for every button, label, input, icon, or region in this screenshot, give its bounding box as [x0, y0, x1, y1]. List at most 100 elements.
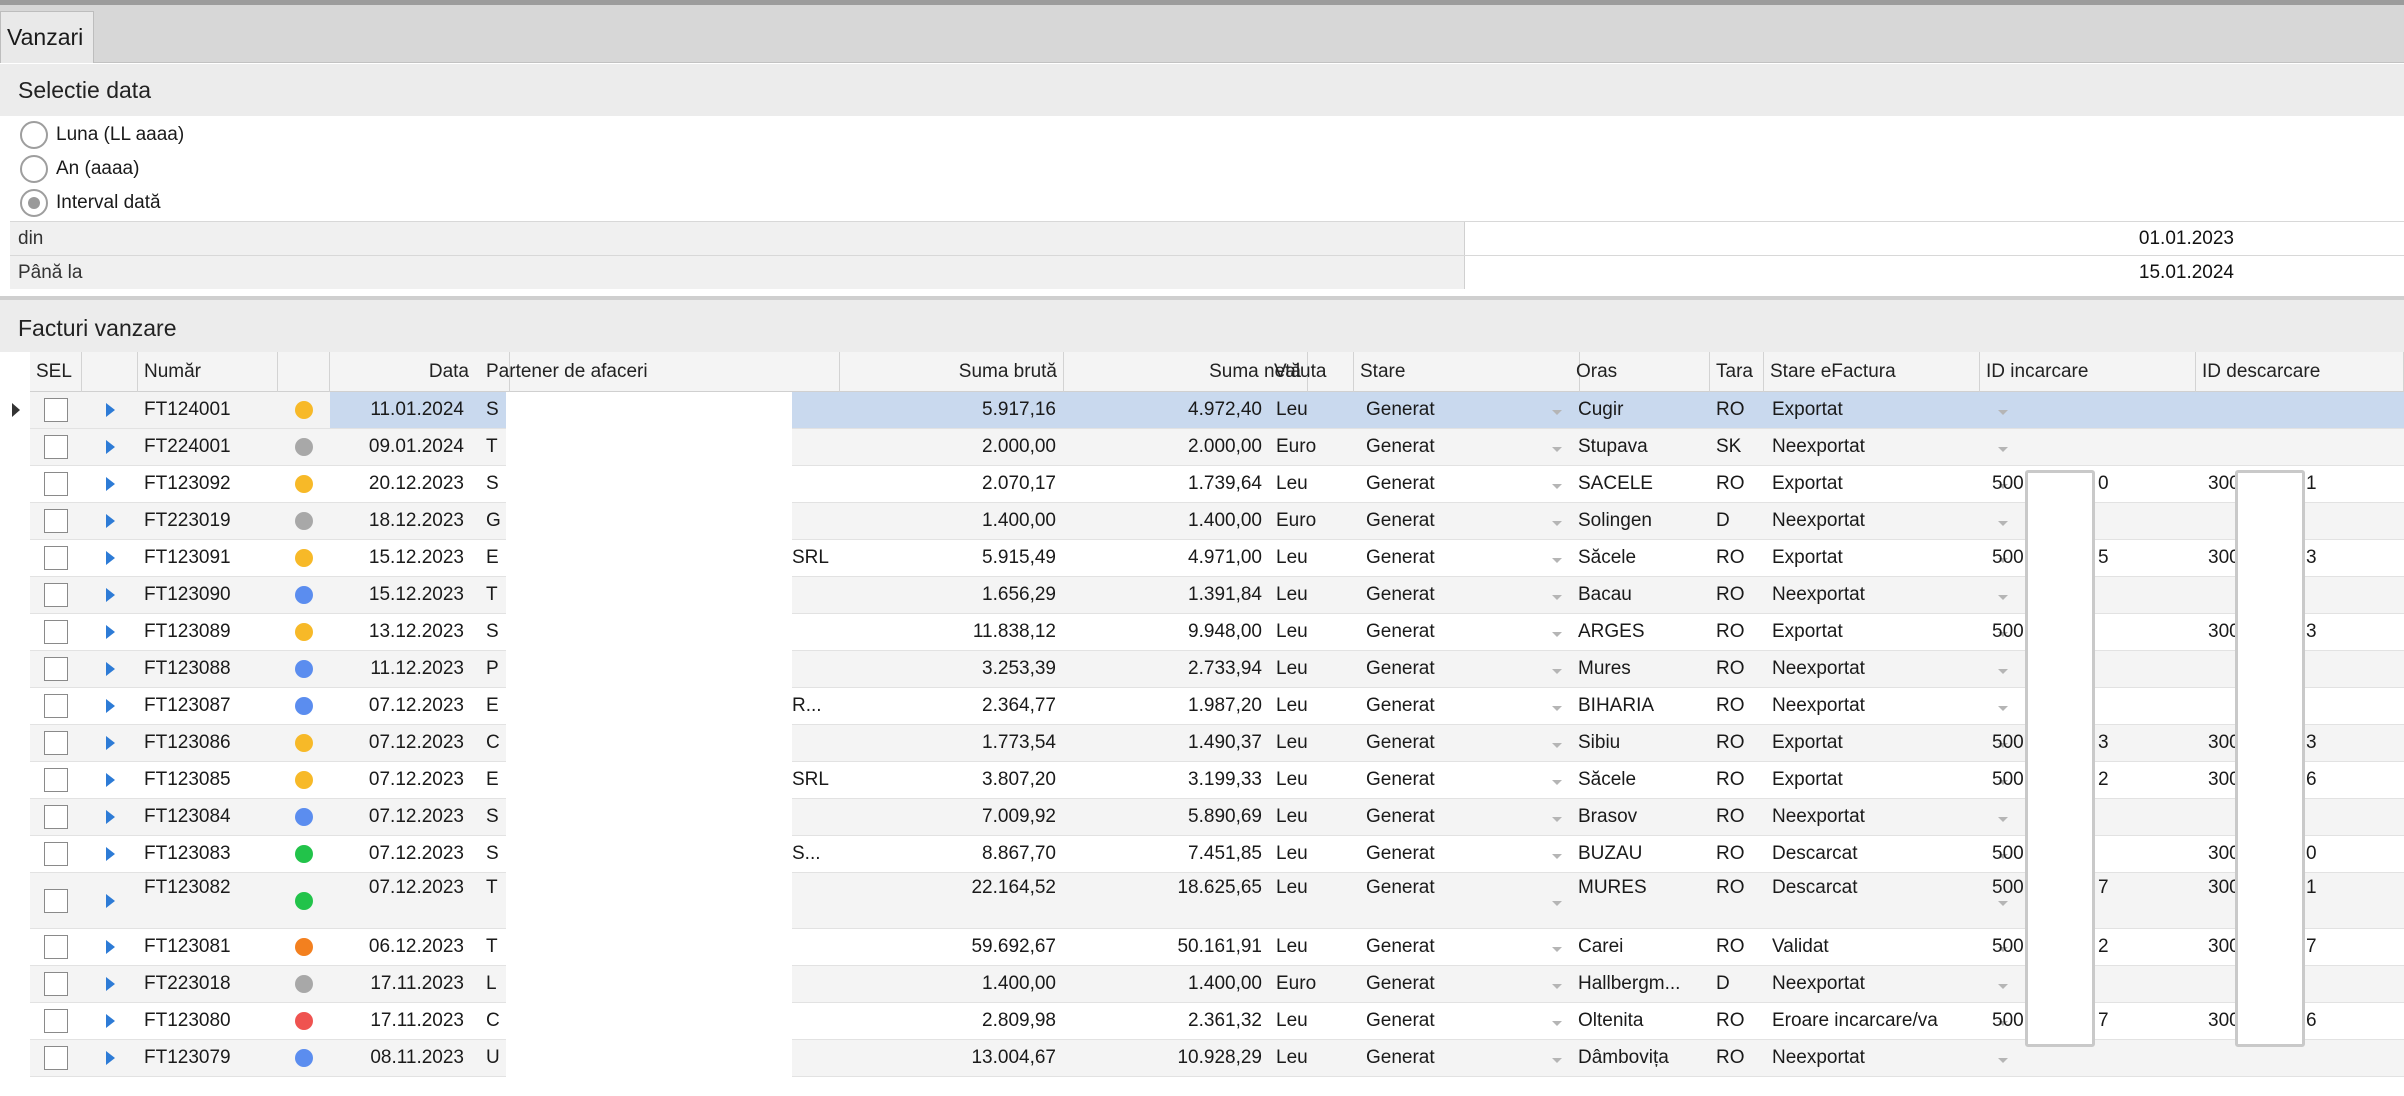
col-id-descarcare-header[interactable]: ID descarcare: [2196, 352, 2404, 392]
cell-efactura[interactable]: Neexportat: [1766, 577, 2016, 613]
cell-stare[interactable]: Generat: [1360, 429, 1570, 465]
row-select-checkbox[interactable]: [44, 583, 68, 607]
row-expand-icon[interactable]: [105, 625, 115, 639]
cell-efactura[interactable]: Exportat: [1766, 614, 2016, 650]
stare-dropdown-icon[interactable]: [1552, 484, 1562, 489]
stare-dropdown-icon[interactable]: [1552, 447, 1562, 452]
row-expand-icon[interactable]: [105, 847, 115, 861]
date-to-input[interactable]: 15.01.2024: [1464, 256, 2404, 289]
table-row[interactable]: FT224001 09.01.2024 T 2.000,00 2.000,00 Euro G…: [30, 429, 2404, 466]
cell-efactura[interactable]: Eroare incarcare/va: [1766, 1003, 2016, 1039]
row-select-checkbox[interactable]: [44, 509, 68, 533]
row-expand-icon[interactable]: [105, 1051, 115, 1065]
cell-efactura[interactable]: Descarcat: [1766, 873, 2016, 928]
tab-vanzari[interactable]: Vanzari: [0, 11, 95, 63]
radio-interval-circle[interactable]: [20, 189, 48, 217]
col-numar-header[interactable]: Număr: [138, 352, 278, 392]
row-select-checkbox[interactable]: [44, 1046, 68, 1070]
stare-dropdown-icon[interactable]: [1552, 743, 1562, 748]
stare-dropdown-icon[interactable]: [1552, 669, 1562, 674]
cell-stare[interactable]: Generat: [1360, 799, 1570, 835]
row-expand-icon[interactable]: [105, 477, 115, 491]
row-select-checkbox[interactable]: [44, 620, 68, 644]
row-select-checkbox[interactable]: [44, 435, 68, 459]
row-expand-icon[interactable]: [105, 773, 115, 787]
row-expand-icon[interactable]: [105, 977, 115, 991]
row-expand-icon[interactable]: [105, 551, 115, 565]
col-partener-header[interactable]: Partener de afaceri: [480, 352, 840, 392]
row-select-checkbox[interactable]: [44, 935, 68, 959]
stare-dropdown-icon[interactable]: [1552, 706, 1562, 711]
cell-stare[interactable]: Generat: [1360, 614, 1570, 650]
stare-dropdown-icon[interactable]: [1552, 1021, 1562, 1026]
cell-efactura[interactable]: Exportat: [1766, 762, 2016, 798]
row-select-checkbox[interactable]: [44, 842, 68, 866]
row-expand-icon[interactable]: [105, 662, 115, 676]
cell-efactura[interactable]: Neexportat: [1766, 651, 2016, 687]
row-select-checkbox[interactable]: [44, 398, 68, 422]
cell-stare[interactable]: Generat: [1360, 466, 1570, 502]
row-expand-icon[interactable]: [105, 810, 115, 824]
radio-luna-circle[interactable]: [20, 121, 48, 149]
cell-efactura[interactable]: Neexportat: [1766, 503, 2016, 539]
table-row[interactable]: FT124001 11.01.2024 S 5.917,16 4.972,40 Leu Ge…: [30, 392, 2404, 429]
col-efactura-header[interactable]: Stare eFactura: [1764, 352, 1980, 392]
cell-stare[interactable]: Generat: [1360, 966, 1570, 1002]
stare-dropdown-icon[interactable]: [1552, 632, 1562, 637]
radio-luna[interactable]: Luna (LL aaaa): [20, 118, 184, 152]
cell-efactura[interactable]: Exportat: [1766, 392, 2016, 428]
row-select-checkbox[interactable]: [44, 731, 68, 755]
cell-stare[interactable]: Generat: [1360, 1040, 1570, 1076]
row-expand-icon[interactable]: [105, 514, 115, 528]
row-select-checkbox[interactable]: [44, 694, 68, 718]
col-oras-header[interactable]: Oras: [1570, 352, 1710, 392]
cell-efactura[interactable]: Exportat: [1766, 540, 2016, 576]
stare-dropdown-icon[interactable]: [1552, 521, 1562, 526]
cell-efactura[interactable]: Neexportat: [1766, 688, 2016, 724]
cell-stare[interactable]: Generat: [1360, 577, 1570, 613]
row-select-checkbox[interactable]: [44, 768, 68, 792]
cell-stare[interactable]: Generat: [1360, 540, 1570, 576]
row-expand-icon[interactable]: [105, 403, 115, 417]
col-sel-header[interactable]: SEL: [30, 352, 82, 392]
row-select-checkbox[interactable]: [44, 888, 68, 913]
row-select-checkbox[interactable]: [44, 1009, 68, 1033]
cell-stare[interactable]: Generat: [1360, 836, 1570, 872]
stare-dropdown-icon[interactable]: [1552, 984, 1562, 989]
row-select-checkbox[interactable]: [44, 805, 68, 829]
cell-stare[interactable]: Generat: [1360, 503, 1570, 539]
stare-dropdown-icon[interactable]: [1552, 410, 1562, 415]
cell-efactura[interactable]: Exportat: [1766, 466, 2016, 502]
row-expand-icon[interactable]: [105, 893, 115, 908]
radio-an[interactable]: An (aaaa): [20, 152, 139, 186]
col-bruta-header[interactable]: Suma brută: [840, 352, 1064, 392]
cell-efactura[interactable]: Neexportat: [1766, 429, 2016, 465]
col-stare-header[interactable]: Stare: [1354, 352, 1580, 392]
cell-stare[interactable]: Generat: [1360, 725, 1570, 761]
cell-stare[interactable]: Generat: [1360, 1003, 1570, 1039]
stare-dropdown-icon[interactable]: [1552, 595, 1562, 600]
row-expand-icon[interactable]: [105, 1014, 115, 1028]
col-valuta-header[interactable]: Valuta: [1268, 352, 1354, 392]
stare-dropdown-icon[interactable]: [1552, 558, 1562, 563]
cell-efactura[interactable]: Neexportat: [1766, 966, 2016, 1002]
row-select-checkbox[interactable]: [44, 546, 68, 570]
row-select-checkbox[interactable]: [44, 472, 68, 496]
col-id-incarcare-header[interactable]: ID incarcare: [1980, 352, 2196, 392]
stare-dropdown-icon[interactable]: [1552, 780, 1562, 785]
cell-stare[interactable]: Generat: [1360, 651, 1570, 687]
cell-efactura[interactable]: Neexportat: [1766, 799, 2016, 835]
col-tara-header[interactable]: Tara: [1710, 352, 1764, 392]
date-from-input[interactable]: 01.01.2023: [1464, 222, 2404, 255]
cell-stare[interactable]: Generat: [1360, 392, 1570, 428]
stare-dropdown-icon[interactable]: [1552, 900, 1562, 906]
row-expand-icon[interactable]: [105, 699, 115, 713]
radio-interval[interactable]: Interval dată: [20, 186, 161, 220]
row-select-checkbox[interactable]: [44, 657, 68, 681]
row-select-checkbox[interactable]: [44, 972, 68, 996]
cell-stare[interactable]: Generat: [1360, 762, 1570, 798]
cell-efactura[interactable]: Descarcat: [1766, 836, 2016, 872]
cell-stare[interactable]: Generat: [1360, 688, 1570, 724]
stare-dropdown-icon[interactable]: [1552, 1058, 1562, 1063]
row-expand-icon[interactable]: [105, 940, 115, 954]
